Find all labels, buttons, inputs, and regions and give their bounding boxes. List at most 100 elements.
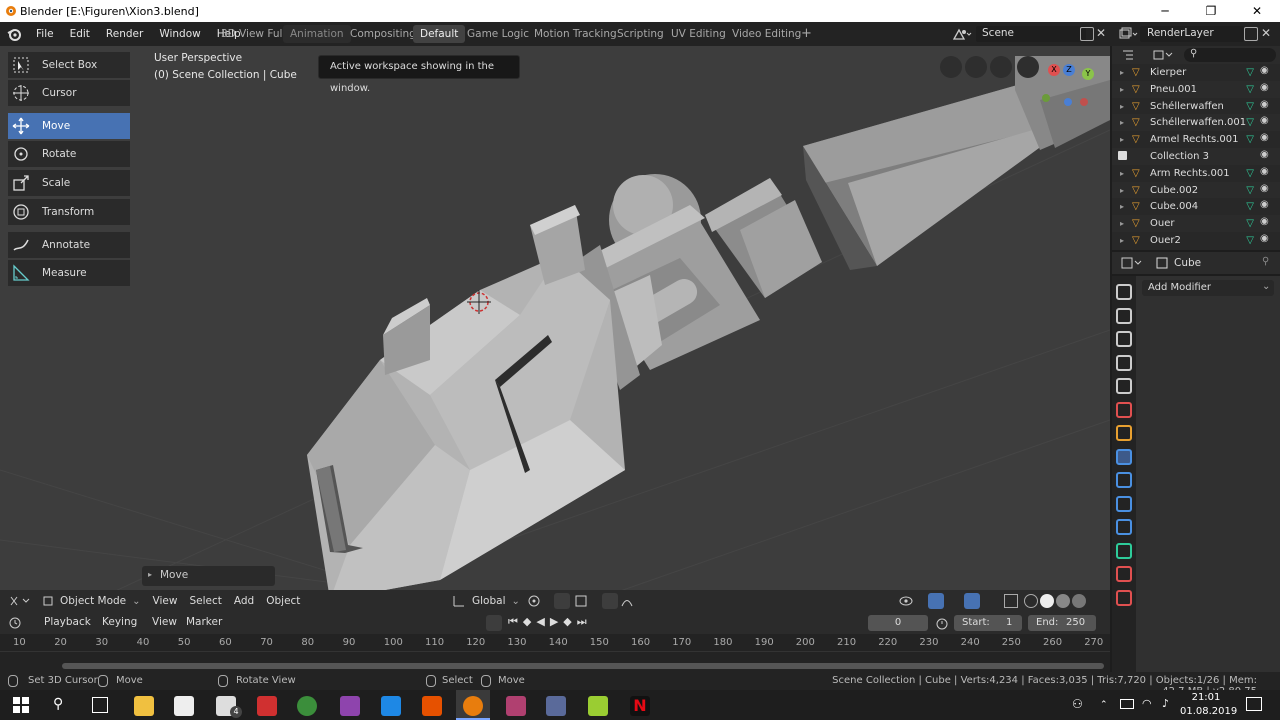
eye-icon[interactable]: ◉ <box>1260 65 1269 76</box>
gizmo-z-axis[interactable]: Z <box>1063 64 1075 76</box>
eye-icon[interactable]: ◉ <box>1260 99 1269 110</box>
menu-window[interactable]: Window <box>151 22 208 46</box>
outliner-item[interactable]: ▸ ▽ Armel Rechts.001 ▽ ◉ <box>1112 131 1280 149</box>
snap-target-icon[interactable] <box>574 593 594 609</box>
scene-properties-tab-icon[interactable] <box>1116 378 1132 394</box>
tool-measure[interactable]: Measure <box>8 260 130 286</box>
solid-shading-icon[interactable] <box>1040 594 1054 608</box>
playback-controls[interactable]: ⏮◆◀▶◆⏭ <box>508 615 592 629</box>
expand-triangle-icon[interactable]: ▸ <box>1112 85 1132 94</box>
object-properties-tab-icon[interactable] <box>1116 425 1132 441</box>
gizmo-x-axis[interactable]: X <box>1048 64 1060 76</box>
new-view-layer-icon[interactable] <box>1244 27 1258 41</box>
tab-animation[interactable]: Animation <box>283 25 351 43</box>
outliner-item[interactable]: ▸ ▽ Schéllerwaffen ▽ ◉ <box>1112 97 1280 115</box>
eye-icon[interactable]: ◉ <box>1260 82 1269 93</box>
tool-select-box[interactable]: Select Box <box>8 52 130 78</box>
physics-properties-tab-icon[interactable] <box>1116 495 1132 512</box>
search-icon[interactable]: ⚲ <box>53 696 63 712</box>
app-icon-3[interactable] <box>588 696 608 716</box>
tray-chevron-icon[interactable]: ⌃ <box>1100 700 1108 710</box>
object-data-properties-tab-icon[interactable] <box>1116 542 1132 559</box>
snap-toggle-icon[interactable] <box>554 593 570 609</box>
tab-game-logic[interactable]: Game Logic <box>460 25 536 43</box>
blender-menu-icon[interactable] <box>0 27 28 41</box>
outliner-item[interactable]: ▸ ▽ Cube.004 ▽ ◉ <box>1112 198 1280 216</box>
menu-render[interactable]: Render <box>98 22 151 46</box>
menu-file[interactable]: File <box>28 22 62 46</box>
gizmo-toggle-icon[interactable] <box>928 593 944 609</box>
expand-triangle-icon[interactable]: ▸ <box>1112 68 1132 77</box>
outliner-item[interactable]: ▸ ▽ Ouer ▽ ◉ <box>1112 215 1280 233</box>
windows-start-icon[interactable] <box>13 697 29 713</box>
tab-default[interactable]: Default <box>413 25 466 43</box>
timeline-menu-marker[interactable]: Marker <box>180 616 228 628</box>
outliner-item[interactable]: ▸ ▽ Kierper ▽ ◉ <box>1112 64 1280 81</box>
eye-icon[interactable]: ◉ <box>1260 149 1269 160</box>
current-frame-field[interactable]: 0 <box>868 615 928 631</box>
timeline-menu-keying[interactable]: Keying <box>96 616 143 628</box>
viewport-menu-object[interactable]: Object <box>260 595 306 607</box>
clock-time[interactable]: 21:01 <box>1184 692 1228 703</box>
viewport-scene[interactable] <box>0 46 1110 612</box>
expand-triangle-icon[interactable]: ▸ <box>1112 236 1132 245</box>
outliner-item[interactable]: ▸ ▽ Ouer2 ▽ ◉ <box>1112 232 1280 249</box>
new-scene-icon[interactable] <box>1080 27 1094 41</box>
timeline-menu-playback[interactable]: Playback <box>38 616 97 628</box>
eye-icon[interactable]: ◉ <box>1260 132 1269 143</box>
start-frame-field[interactable]: Start: 1 <box>954 615 1022 631</box>
eye-icon[interactable]: ◉ <box>1260 183 1269 194</box>
material-shading-icon[interactable] <box>1056 594 1070 608</box>
menu-edit[interactable]: Edit <box>62 22 98 46</box>
transform-orientation-selector[interactable]: Global ⌄ <box>452 593 522 609</box>
tab-compositing[interactable]: Compositing <box>343 25 423 43</box>
constraints-properties-tab-icon[interactable] <box>1116 519 1132 535</box>
material-properties-tab-icon[interactable] <box>1116 566 1132 582</box>
expand-triangle-icon[interactable]: ▸ <box>1112 102 1132 111</box>
particles-properties-tab-icon[interactable] <box>1116 472 1132 488</box>
pin-icon[interactable]: ⚲ <box>1262 256 1269 267</box>
outliner-item[interactable]: ▸ ▽ Pneu.001 ▽ ◉ <box>1112 80 1280 98</box>
properties-editor-icon[interactable] <box>1120 256 1144 270</box>
tab-3d-view-full[interactable]: 3D View Full <box>214 25 292 43</box>
tool-properties-tab-icon[interactable] <box>1116 284 1132 300</box>
maximize-button[interactable]: ❐ <box>1188 0 1234 22</box>
store-icon[interactable] <box>174 696 194 716</box>
record-keyframe-icon[interactable] <box>486 615 502 631</box>
eye-icon[interactable]: ◉ <box>1260 233 1269 244</box>
timeline-menu-view[interactable]: View <box>146 616 183 628</box>
outliner-item[interactable]: ▸ ▽ Schéllerwaffen.001 ▽ ◉ <box>1112 114 1280 132</box>
view-layer-properties-tab-icon[interactable] <box>1116 354 1132 371</box>
gizmo-neg-y[interactable] <box>1042 94 1050 102</box>
expand-triangle-icon[interactable]: ▸ <box>1112 135 1132 144</box>
navigation-gizmo[interactable]: X Z Y <box>1040 54 1100 114</box>
3d-viewport[interactable]: Select Box Cursor Move Rotate Scale Tran… <box>0 46 1110 612</box>
tab-scripting[interactable]: Scripting <box>610 25 671 43</box>
timeline-ruler[interactable]: 10 20 30 40 50 60 70 80 90 100 110 120 130 140 150 160 1… <box>0 634 1110 672</box>
gift-icon[interactable] <box>257 696 277 716</box>
timeline-scrollbar[interactable] <box>62 663 1104 669</box>
tool-cursor[interactable]: Cursor <box>8 80 130 106</box>
camera-view-icon[interactable] <box>965 56 987 78</box>
pan-hand-icon[interactable] <box>990 56 1012 78</box>
task-view-icon[interactable] <box>92 697 108 713</box>
checkbox-icon[interactable] <box>1112 151 1132 162</box>
delete-view-layer-icon[interactable]: ✕ <box>1261 26 1271 40</box>
network-icon[interactable]: ◠ <box>1142 697 1152 710</box>
mode-selector[interactable]: Object Mode ⌄ <box>42 595 141 607</box>
outliner-item[interactable]: ▸ ▽ Cube.002 ▽ ◉ <box>1112 181 1280 199</box>
delete-scene-icon[interactable]: ✕ <box>1096 26 1106 40</box>
eye-icon[interactable]: ◉ <box>1260 199 1269 210</box>
tool-scale[interactable]: Scale <box>8 170 130 196</box>
clock-date[interactable]: 01.08.2019 <box>1180 706 1237 717</box>
outliner-item[interactable]: ▸ ▽ Arm Rechts.001 ▽ ◉ <box>1112 164 1280 182</box>
scene-selector[interactable]: Scene ✕ <box>952 26 1112 42</box>
eye-icon[interactable]: ◉ <box>1260 216 1269 227</box>
rendered-shading-icon[interactable] <box>1072 594 1086 608</box>
notifications-icon[interactable] <box>1246 697 1262 711</box>
tool-annotate[interactable]: Annotate <box>8 232 130 258</box>
render-properties-tab-icon[interactable] <box>1116 307 1132 324</box>
chrome-icon[interactable] <box>297 696 317 716</box>
tab-uv-editing[interactable]: UV Editing <box>664 25 733 43</box>
add-workspace-button[interactable]: + <box>794 25 819 43</box>
